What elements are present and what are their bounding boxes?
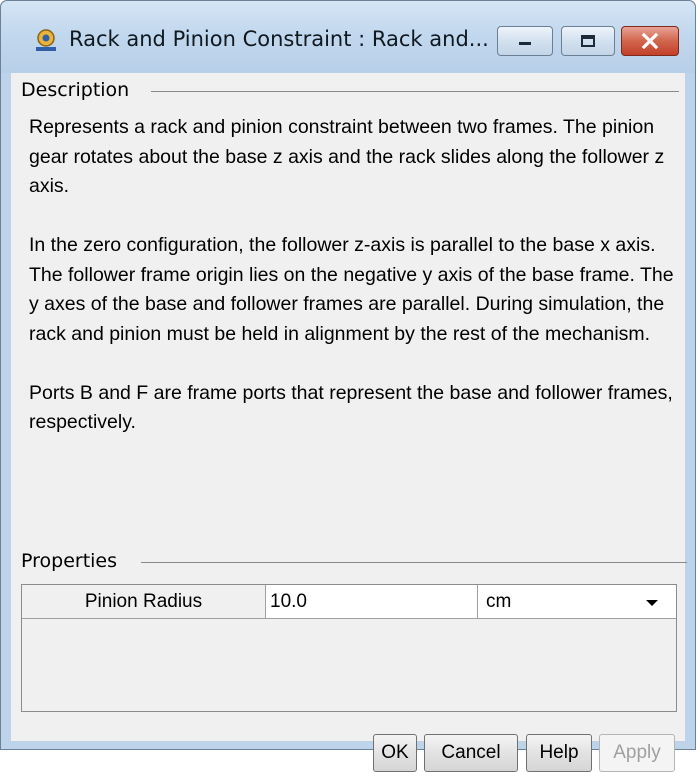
properties-table: Pinion Radius 10.0 cm <box>21 584 677 712</box>
minimize-icon <box>519 42 531 45</box>
description-text: Represents a rack and pinion constraint … <box>29 113 684 467</box>
help-button[interactable]: Help <box>526 734 592 772</box>
apply-button[interactable]: Apply <box>599 734 675 772</box>
description-paragraph: In the zero configuration, the follower … <box>29 234 674 345</box>
maximize-icon <box>581 35 595 47</box>
table-row: Pinion Radius 10.0 cm <box>22 585 676 619</box>
maximize-button[interactable] <box>561 26 615 56</box>
app-icon <box>36 29 56 51</box>
property-name: Pinion Radius <box>22 585 266 618</box>
dialog-client: Description Represents a rack and pinion… <box>11 73 687 772</box>
minimize-button[interactable] <box>497 26 553 56</box>
cancel-button[interactable]: Cancel <box>424 734 518 772</box>
unit-dropdown[interactable]: cm <box>478 585 676 618</box>
title-bar[interactable]: Rack and Pinion Constraint : Rack and... <box>1 1 695 73</box>
description-divider <box>151 91 679 92</box>
close-icon <box>641 33 659 49</box>
properties-label: Properties <box>21 550 124 572</box>
ok-button[interactable]: OK <box>373 734 417 772</box>
window-title: Rack and Pinion Constraint : Rack and... <box>69 27 489 51</box>
description-paragraph: Represents a rack and pinion constraint … <box>29 116 665 197</box>
close-button[interactable] <box>621 26 679 56</box>
properties-divider <box>141 562 687 563</box>
chevron-down-icon <box>646 600 658 606</box>
unit-value: cm <box>486 591 512 612</box>
pinion-radius-input[interactable]: 10.0 <box>266 585 478 618</box>
dialog-window: Rack and Pinion Constraint : Rack and...… <box>0 0 696 772</box>
description-paragraph: Ports B and F are frame ports that repre… <box>29 381 673 434</box>
description-label: Description <box>21 79 136 101</box>
